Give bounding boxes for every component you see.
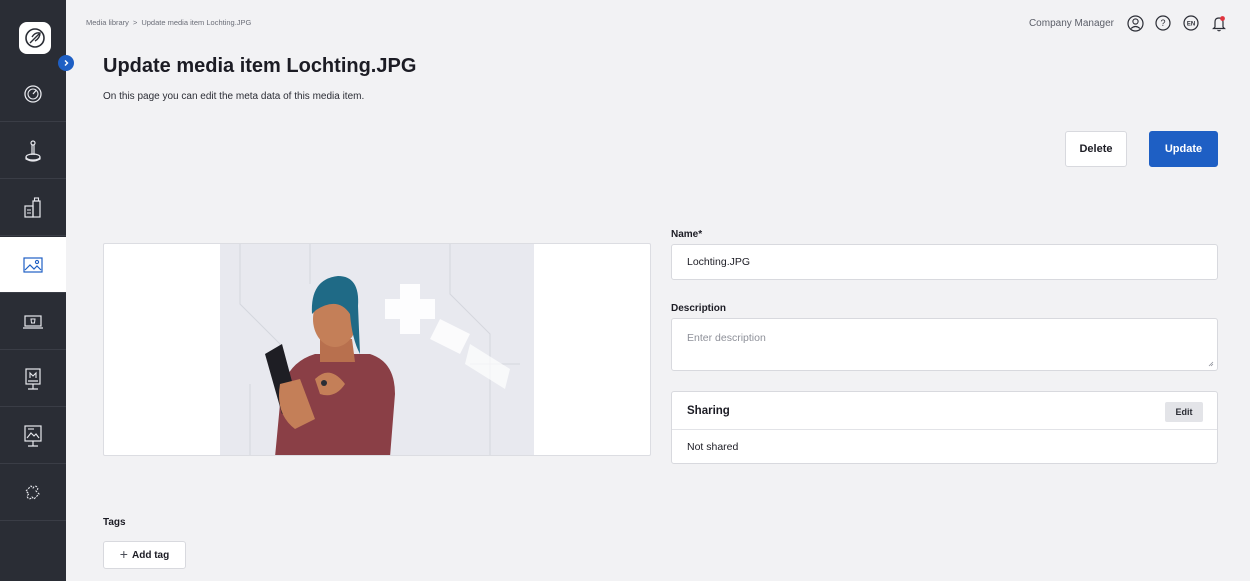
sidebar-item-dashboard[interactable] [0, 66, 66, 122]
sidebar-expand-button[interactable] [58, 55, 74, 71]
resize-grip-icon[interactable] [1208, 361, 1214, 367]
screen-icon [23, 314, 43, 329]
media-image [220, 244, 534, 455]
bell-icon [1212, 15, 1226, 31]
help-icon: ? [1155, 15, 1171, 31]
sharing-header: Sharing Edit [672, 392, 1217, 430]
notification-dot [1220, 15, 1225, 21]
leaf-logo-icon [25, 28, 45, 48]
top-right-toolbar: Company Manager ? EN [1029, 14, 1228, 32]
tags-label: Tags [103, 517, 126, 528]
add-tag-button[interactable]: + Add tag [103, 541, 186, 569]
sidebar-item-media-library[interactable] [0, 237, 66, 293]
dashboard-icon [24, 84, 42, 103]
svg-text:?: ? [1160, 18, 1165, 28]
plus-icon: + [119, 546, 128, 562]
app-logo[interactable] [19, 22, 51, 54]
breadcrumb: Media library > Update media item Lochting… [86, 18, 251, 27]
media-preview [103, 243, 651, 456]
page-title: Update media item Lochting.JPG [103, 55, 417, 77]
sidebar-item-products[interactable] [0, 180, 66, 236]
products-icon [24, 196, 41, 218]
media-library-icon [23, 256, 43, 273]
sidebar-item-kiosk[interactable] [0, 351, 66, 407]
sharing-panel: Sharing Edit Not shared [671, 391, 1218, 464]
puzzle-icon [25, 484, 40, 500]
sidebar-item-screen[interactable] [0, 294, 66, 350]
sidebar-item-integrations[interactable] [0, 465, 66, 521]
user-menu-button[interactable] [1126, 14, 1144, 32]
language-code: EN [1187, 21, 1195, 27]
description-input[interactable]: Enter description [671, 318, 1218, 371]
sharing-status: Not shared [687, 441, 739, 453]
update-button[interactable]: Update [1149, 131, 1218, 167]
delete-button[interactable]: Delete [1065, 131, 1127, 167]
notifications-button[interactable] [1210, 14, 1228, 32]
breadcrumb-current: Update media item Lochting.JPG [141, 18, 252, 27]
sharing-title: Sharing [687, 404, 730, 417]
chevron-right-icon [64, 60, 69, 66]
joystick-icon [25, 139, 41, 162]
language-button[interactable]: EN [1182, 14, 1200, 32]
breadcrumb-separator: > [132, 18, 138, 27]
help-button[interactable]: ? [1154, 14, 1172, 32]
sidebar-item-joystick[interactable] [0, 123, 66, 179]
user-name[interactable]: Company Manager [1029, 18, 1114, 29]
user-account-icon [1126, 14, 1144, 32]
kiosk-icon [25, 367, 41, 390]
sidebar [0, 0, 74, 581]
page-subtitle: On this page you can edit the meta data … [103, 91, 365, 102]
sharing-edit-button[interactable]: Edit [1165, 402, 1203, 422]
add-tag-label: Add tag [131, 549, 170, 561]
presentation-icon [24, 424, 42, 447]
language-icon: EN [1183, 15, 1199, 31]
main-content: Media library > Update media item Lochting… [66, 0, 1250, 581]
breadcrumb-link-media-library[interactable]: Media library [86, 18, 129, 27]
sidebar-item-presentation[interactable] [0, 408, 66, 464]
name-input[interactable]: Lochting.JPG [671, 244, 1218, 280]
name-label: Name* [671, 229, 703, 240]
description-placeholder: Enter description [687, 332, 766, 344]
description-label: Description [671, 303, 727, 314]
media-image-illustration [220, 244, 534, 455]
